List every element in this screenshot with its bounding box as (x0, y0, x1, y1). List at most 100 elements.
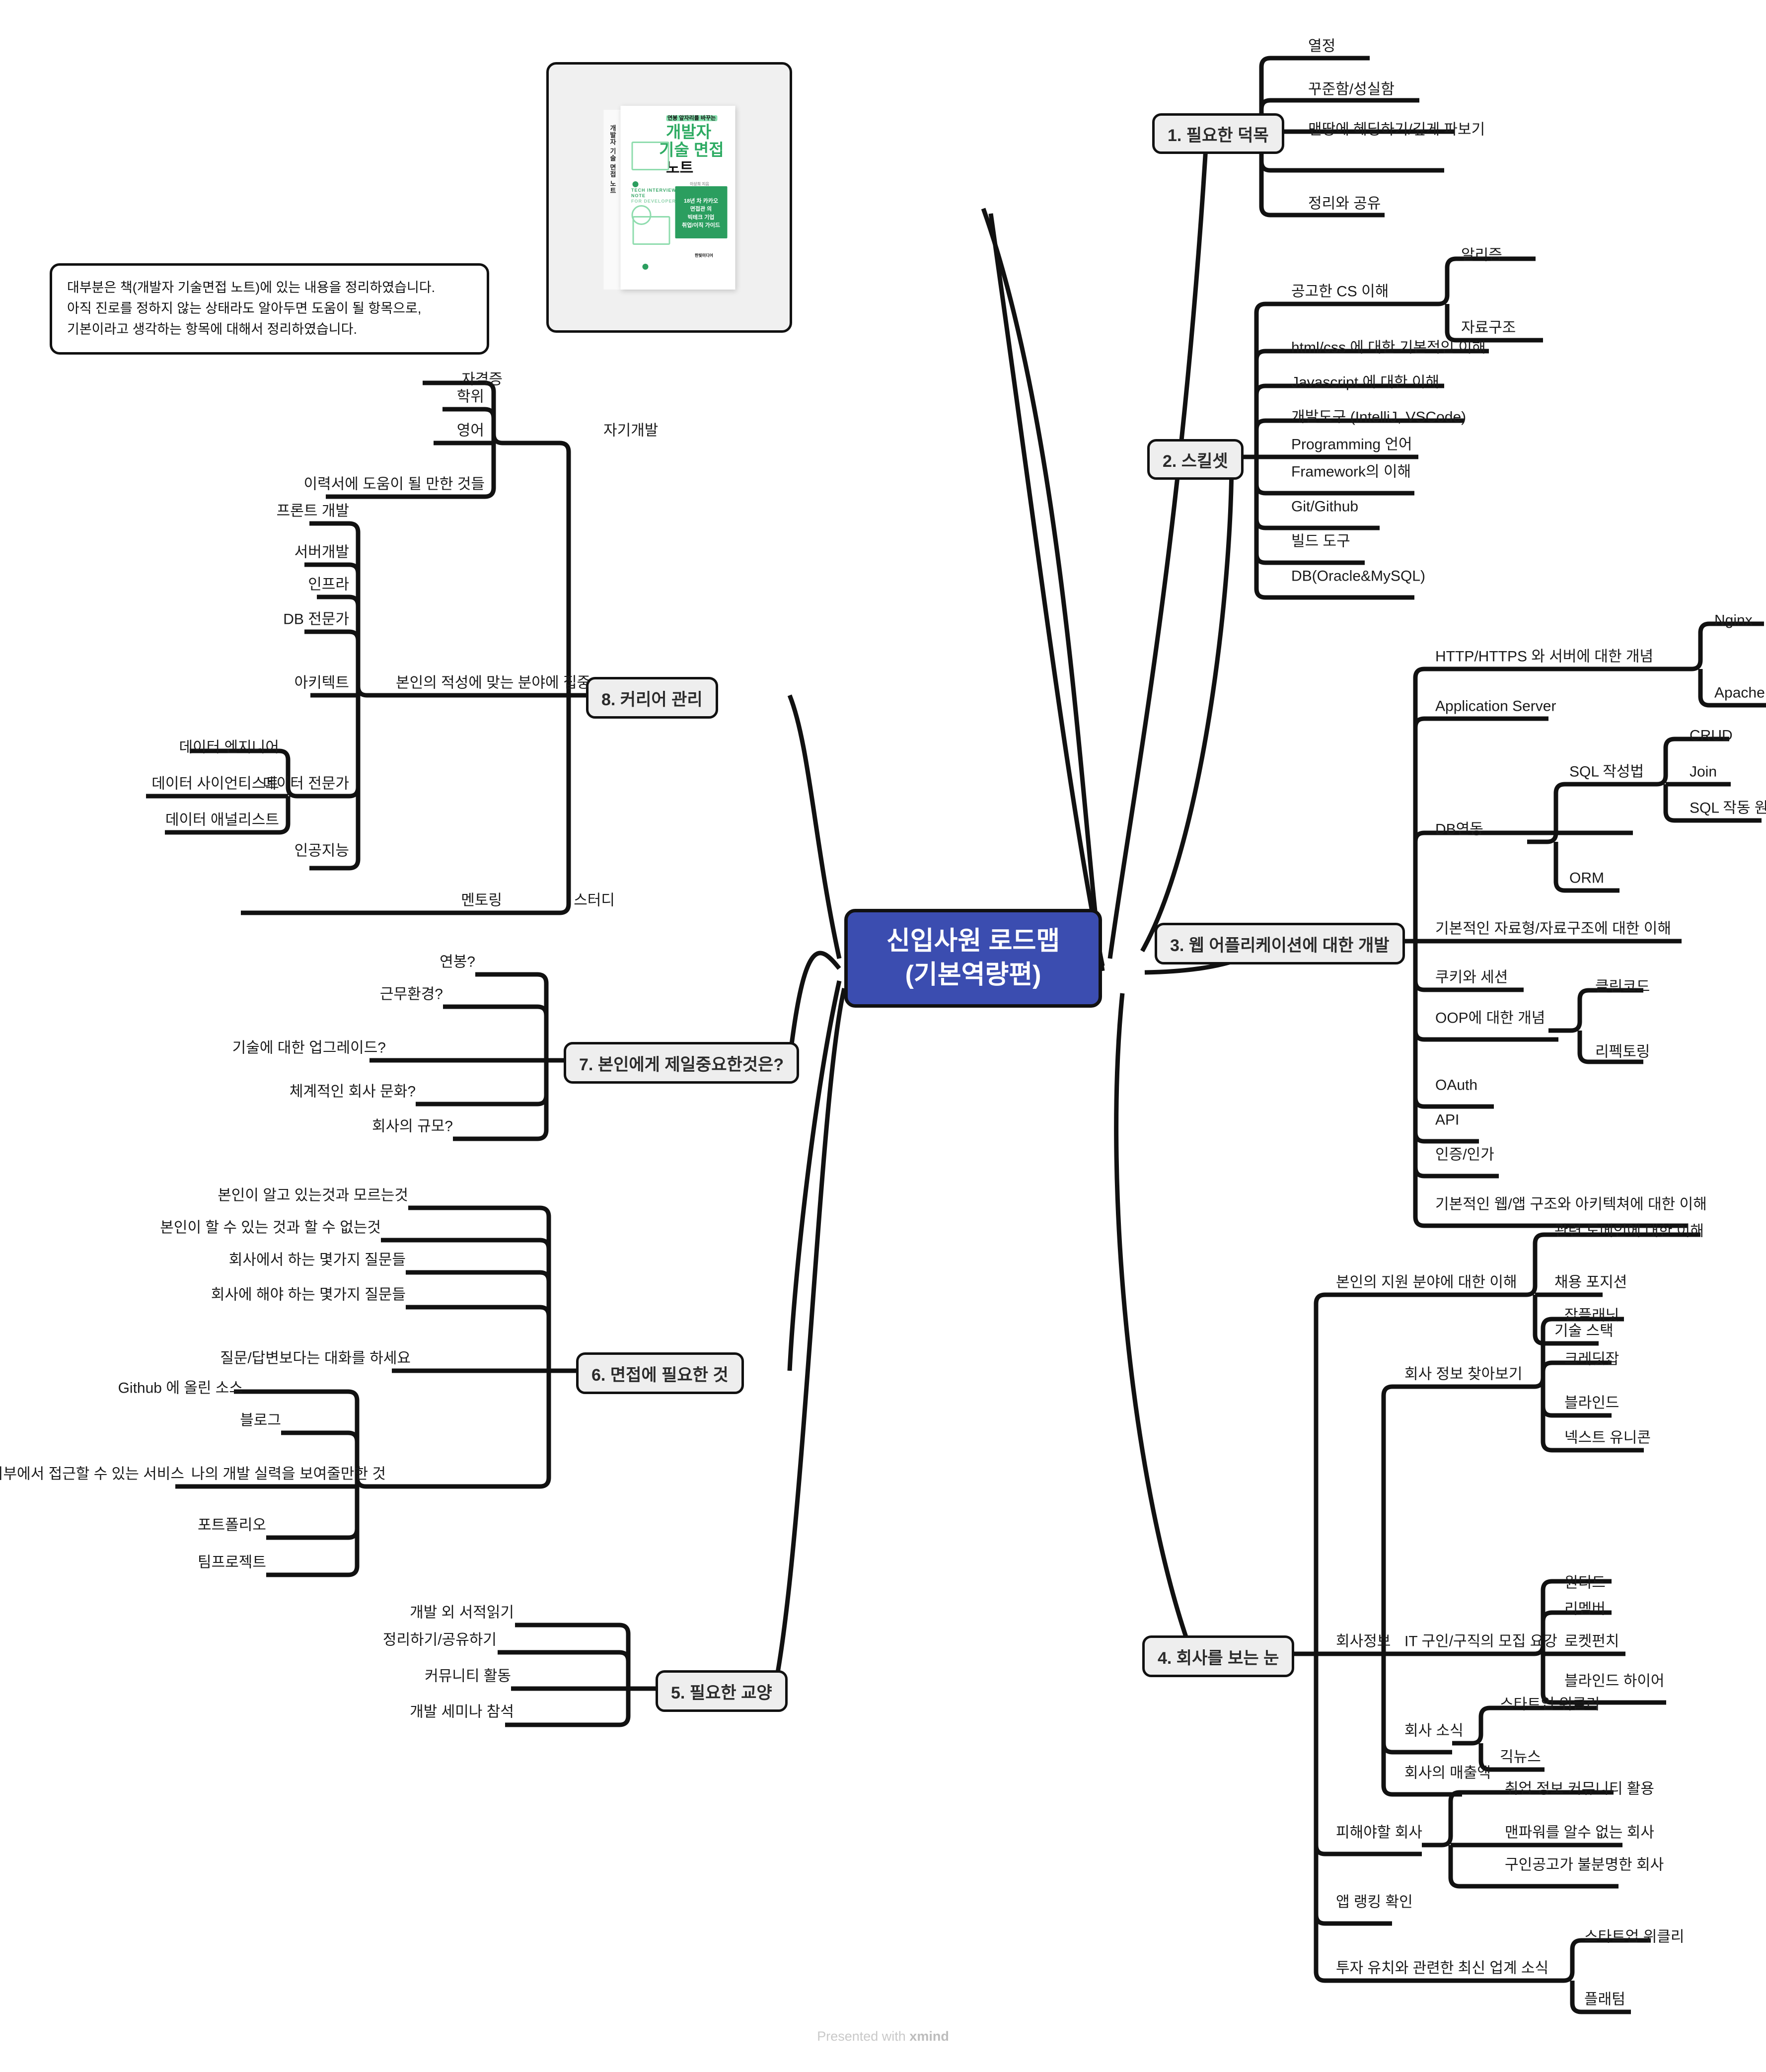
leaf-b5-0[interactable]: 개발 외 서적읽기 (410, 1604, 514, 1623)
leaf-b8-1-4[interactable]: 아키텍트 (294, 674, 349, 693)
leaf-b3-3[interactable]: 기본적인 자료형/자료구조에 대한 이해 (1435, 920, 1671, 939)
leaf-b6-4[interactable]: 질문/답변보다는 대화를 하세요 (220, 1349, 411, 1368)
leaf-b6-5[interactable]: 나의 개발 실력을 보여줄만한 것 (191, 1465, 386, 1484)
leaf-b4-1-0-3[interactable]: 넥스트 유니콘 (1564, 1429, 1651, 1448)
leaf-b8-0-2[interactable]: 영어 (457, 422, 484, 441)
leaf-b8-1-1[interactable]: 서버개발 (294, 543, 349, 562)
branch-4-topic[interactable]: 4. 회사를 보는 눈 (1142, 1635, 1295, 1677)
leaf-b8-0-0[interactable]: 자격증 (461, 370, 503, 389)
branch-1-topic[interactable]: 1. 필요한 덕목 (1152, 113, 1284, 154)
leaf-b4-1-1-2[interactable]: 로켓펀치 (1564, 1632, 1619, 1651)
branch-3-topic[interactable]: 3. 웹 어플리케이션에 대한 개발 (1155, 923, 1405, 964)
leaf-b4-3[interactable]: 앱 랭킹 확인 (1336, 1893, 1413, 1912)
leaf-b3-2-0-0[interactable]: CRUD (1690, 727, 1733, 745)
leaf-b4-2-2[interactable]: 구인공고가 불분명한 회사 (1505, 1856, 1664, 1875)
leaf-b4-1-0-0[interactable]: 잡플래닛 (1564, 1307, 1619, 1326)
leaf-b8-1-5-0[interactable]: 데이터 엔지니어 (179, 739, 279, 757)
leaf-b3-5-1[interactable]: 리펙토링 (1595, 1043, 1650, 1062)
leaf-b4-1-1[interactable]: IT 구인/구직의 모집 요강 (1404, 1632, 1557, 1651)
leaf-b4-2[interactable]: 피해야할 회사 (1336, 1824, 1422, 1843)
leaf-b7-4[interactable]: 회사의 규모? (372, 1117, 453, 1136)
leaf-b4-1-3[interactable]: 회사의 매출액 (1404, 1764, 1491, 1783)
leaf-b3-2-0-2[interactable]: SQL 작동 원리 (1690, 799, 1766, 818)
central-topic[interactable]: 신입사원 로드맵 (기본역량편) (844, 909, 1102, 1008)
leaf-b3-0-1[interactable]: Apache (1714, 684, 1765, 703)
leaf-b3-0[interactable]: HTTP/HTTPS 와 서버에 대한 개념 (1435, 648, 1653, 666)
leaf-b8-3[interactable]: 스터디 (574, 891, 615, 910)
leaf-b4-1-0-2[interactable]: 블라인드 (1564, 1394, 1619, 1413)
branch-8-topic[interactable]: 8. 커리어 관리 (586, 677, 718, 719)
leaf-b3-6[interactable]: OAuth (1435, 1076, 1477, 1095)
leaf-b3-7[interactable]: API (1435, 1111, 1459, 1130)
leaf-b4-4[interactable]: 투자 유치와 관련한 최신 업계 소식 (1336, 1959, 1548, 1978)
leaf-b8-1-5-2[interactable]: 데이터 애널리스트 (165, 811, 279, 830)
branch-5-topic[interactable]: 5. 필요한 교양 (656, 1670, 788, 1712)
leaf-b7-1[interactable]: 근무환경? (380, 985, 443, 1004)
leaf-b2-5[interactable]: Framework의 이해 (1291, 463, 1411, 482)
leaf-b3-0-0[interactable]: Nginx (1714, 611, 1753, 630)
leaf-b6-3[interactable]: 회사에 해야 하는 몇가지 질문들 (211, 1286, 406, 1305)
leaf-b4-1-1-1[interactable]: 리멤버 (1564, 1600, 1606, 1619)
leaf-b4-1-0[interactable]: 회사 정보 찾아보기 (1404, 1365, 1522, 1384)
leaf-b6-5-1[interactable]: 블로그 (240, 1411, 281, 1430)
leaf-b5-2[interactable]: 커뮤니티 활동 (425, 1667, 511, 1686)
leaf-b4-1-2-0[interactable]: 스타트업 위클리 (1500, 1696, 1600, 1714)
leaf-b2-0-1[interactable]: 자료구조 (1461, 319, 1516, 338)
leaf-b8-1-3[interactable]: DB 전문가 (283, 610, 349, 629)
leaf-b1-2[interactable]: 맨땅에 헤딩하기/깊게 파보기 (1308, 121, 1485, 140)
leaf-b3-2[interactable]: DB연동 (1435, 820, 1483, 839)
leaf-b3-5[interactable]: OOP에 대한 개념 (1435, 1009, 1545, 1028)
leaf-b2-7[interactable]: 빌드 도구 (1291, 532, 1350, 551)
leaf-b4-1-1-0[interactable]: 원티드 (1564, 1574, 1606, 1593)
leaf-b2-4[interactable]: Programming 언어 (1291, 436, 1412, 454)
leaf-b4-4-1[interactable]: 플래텀 (1584, 1991, 1625, 2009)
leaf-b6-5-2[interactable]: 외부에서 접근할 수 있는 서비스 (0, 1465, 184, 1484)
leaf-b3-2-1[interactable]: ORM (1569, 869, 1604, 888)
branch-6-topic[interactable]: 6. 면접에 필요한 것 (576, 1352, 744, 1394)
branch-7-topic[interactable]: 7. 본인에게 제일중요한것은? (564, 1042, 800, 1084)
leaf-b4-1-1-3[interactable]: 블라인드 하이어 (1564, 1672, 1665, 1691)
leaf-b8-1-5-1[interactable]: 데이터 사이언티스트 (151, 775, 279, 794)
leaf-b8-1-2[interactable]: 인프라 (308, 576, 349, 594)
leaf-b8-1[interactable]: 본인의 적성에 맞는 분야에 집중 (396, 674, 590, 693)
leaf-b4-2-0[interactable]: 취업 정보 커뮤니티 활용 (1505, 1780, 1654, 1799)
leaf-b2-0[interactable]: 공고한 CS 이해 (1291, 283, 1389, 301)
leaf-b4-0-1[interactable]: 채용 포지션 (1554, 1273, 1627, 1292)
leaf-b8-0-1[interactable]: 학위 (457, 388, 484, 407)
leaf-b6-1[interactable]: 본인이 할 수 있는 것과 할 수 없는것 (160, 1219, 381, 1238)
leaf-b2-0-0[interactable]: 알리즘 (1461, 246, 1502, 265)
leaf-b3-4[interactable]: 쿠키와 세션 (1435, 968, 1508, 987)
leaf-b7-2[interactable]: 기술에 대한 업그레이드? (232, 1039, 386, 1058)
leaf-b5-3[interactable]: 개발 세미나 참석 (410, 1703, 514, 1722)
leaf-b7-0[interactable]: 연봉? (440, 953, 475, 972)
leaf-b3-9[interactable]: 기본적인 웹/앱 구조와 아키텍쳐에 대한 이해 (1435, 1195, 1707, 1214)
leaf-b2-6[interactable]: Git/Github (1291, 498, 1358, 517)
leaf-b6-5-0[interactable]: Github 에 올린 소스 (118, 1379, 243, 1398)
leaf-b8-1-0[interactable]: 프론트 개발 (277, 502, 349, 521)
leaf-b8-1-6[interactable]: 인공지능 (294, 842, 349, 861)
leaf-b3-2-0-1[interactable]: Join (1690, 763, 1717, 782)
leaf-b4-1-0-1[interactable]: 크레딧잡 (1564, 1350, 1619, 1369)
leaf-b6-2[interactable]: 회사에서 하는 몇가지 질문들 (229, 1251, 406, 1270)
leaf-b6-5-4[interactable]: 팀프로젝트 (198, 1554, 266, 1572)
leaf-b3-2-0[interactable]: SQL 작성법 (1569, 763, 1644, 782)
leaf-b4-1-2-1[interactable]: 긱뉴스 (1500, 1748, 1541, 1767)
branch-2-topic[interactable]: 2. 스킬셋 (1147, 439, 1244, 480)
leaf-b7-3[interactable]: 체계적인 회사 문화? (290, 1083, 416, 1102)
leaf-b2-3[interactable]: 개발도구 (IntelliJ, VSCode) (1291, 408, 1466, 427)
leaf-b8-0[interactable]: 자기개발 (603, 422, 658, 441)
leaf-b8-0-3[interactable]: 이력서에 도움이 될 만한 것들 (303, 475, 485, 494)
leaf-b1-0[interactable]: 열정 (1308, 37, 1335, 56)
leaf-b3-1[interactable]: Application Server (1435, 697, 1556, 716)
leaf-b1-1[interactable]: 꾸준함/성실함 (1308, 80, 1395, 99)
leaf-b4-1-2[interactable]: 회사 소식 (1404, 1722, 1464, 1741)
leaf-b3-8[interactable]: 인증/인가 (1435, 1146, 1494, 1165)
leaf-b2-8[interactable]: DB(Oracle&MySQL) (1291, 567, 1425, 586)
leaf-b4-0-0[interactable]: 관련 도메인에 대한 이해 (1554, 1222, 1704, 1241)
leaf-b3-5-0[interactable]: 클린코드 (1595, 978, 1650, 997)
leaf-b4-1[interactable]: 회사정보 (1336, 1632, 1391, 1651)
leaf-b2-1[interactable]: html/css 에 대한 기본적인 이해 (1291, 339, 1486, 358)
leaf-b1-3[interactable]: 정리와 공유 (1308, 195, 1381, 214)
leaf-b4-2-1[interactable]: 맨파워를 알수 없는 회사 (1505, 1824, 1654, 1843)
leaf-b6-0[interactable]: 본인이 알고 있는것과 모르는것 (218, 1186, 408, 1205)
